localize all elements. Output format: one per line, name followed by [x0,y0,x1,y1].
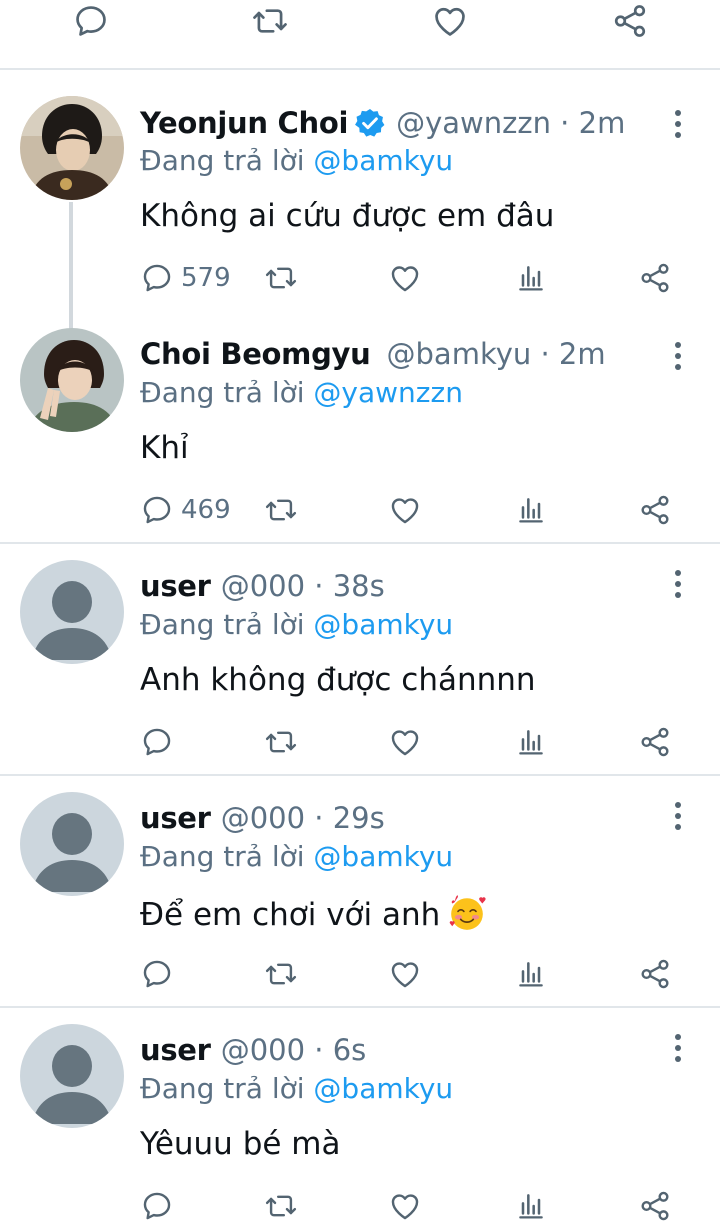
replying-to-label: Đang trả lời [140,840,305,873]
reply-handle-link[interactable]: @bamkyu [313,144,453,177]
display-name[interactable]: user [140,1033,211,1067]
replying-to: Đang trả lời @bamkyu [140,608,453,641]
handle-time: @bamkyu · 2m [386,337,606,371]
handle-time: @000 · 29s [220,801,385,835]
replying-to: Đang trả lời @bamkyu [140,1072,453,1105]
more-options-icon[interactable] [666,338,690,374]
default-avatar-icon[interactable] [20,560,124,664]
tweet-actions: 579 [0,258,720,298]
stats-icon[interactable] [515,261,547,295]
stats-icon[interactable] [515,1189,547,1223]
more-options-icon[interactable] [666,106,690,142]
reply-handle-link[interactable]: @bamkyu [313,840,453,873]
replying-to-label: Đang trả lời [140,608,305,641]
display-name[interactable]: Yeonjun Choi [140,106,348,140]
share-icon[interactable] [638,1189,672,1223]
reply-icon[interactable] [140,1189,174,1223]
replying-to-label: Đang trả lời [140,1072,305,1105]
tweet-header: Choi Beomgyu @bamkyu · 2m [140,334,606,374]
share-icon[interactable] [638,493,672,527]
share-icon[interactable] [638,957,672,991]
replying-to-label: Đang trả lời [140,376,305,409]
avatar[interactable] [20,328,124,432]
tweet-text: Anh không được chánnnn [140,662,536,698]
avatar[interactable] [20,96,124,200]
handle-time: @yawnzzn · 2m [396,106,626,140]
tweet-header: user @000 · 38s [140,566,385,606]
replying-to: Đang trả lời @bamkyu [140,840,453,873]
previous-tweet-actions [0,0,720,70]
share-icon[interactable] [610,2,650,40]
like-icon[interactable] [388,725,422,759]
tweet[interactable]: Choi Beomgyu @bamkyu · 2m Đang trả lời @… [0,312,720,544]
stats-icon[interactable] [515,493,547,527]
default-avatar-icon[interactable] [20,792,124,896]
verified-badge-icon [355,109,385,137]
display-name[interactable]: Choi Beomgyu [140,337,371,371]
retweet-icon[interactable] [263,725,299,759]
handle-time: @000 · 6s [220,1033,367,1067]
stats-icon[interactable] [515,957,547,991]
handle-time: @000 · 38s [220,569,385,603]
tweet-actions: 469 [0,490,720,530]
smiling-face-with-hearts-icon [450,895,486,930]
display-name[interactable]: user [140,801,211,835]
reply-handle-link[interactable]: @yawnzzn [313,376,463,409]
replying-to: Đang trả lời @yawnzzn [140,376,463,409]
tweet-header: user @000 · 6s [140,1030,366,1070]
replying-to: Đang trả lời @bamkyu [140,144,453,177]
tweet-text: Khỉ [140,430,189,466]
like-icon[interactable] [388,957,422,991]
retweet-icon[interactable] [250,2,290,40]
retweet-icon[interactable] [263,261,299,295]
retweet-icon[interactable] [263,493,299,527]
tweet-actions [0,722,720,762]
more-options-icon[interactable] [666,1030,690,1066]
tweet-text: Yêuuu bé mà [140,1126,341,1162]
reply-handle-link[interactable]: @bamkyu [313,608,453,641]
reply-count: 579 [181,263,231,293]
tweet[interactable]: user @000 · 38s Đang trả lời @bamkyu Anh… [0,544,720,776]
retweet-icon[interactable] [263,1189,299,1223]
like-icon[interactable] [430,2,470,40]
default-avatar-icon[interactable] [20,1024,124,1128]
reply-count: 469 [181,495,231,525]
display-name[interactable]: user [140,569,211,603]
like-icon[interactable] [388,261,422,295]
reply-icon[interactable] [72,2,110,40]
share-icon[interactable] [638,261,672,295]
tweet[interactable]: user @000 · 29s Đang trả lời @bamkyu Để … [0,776,720,1008]
tweet-actions [0,1186,720,1226]
tweet-text: Để em chơi với anh [140,894,486,933]
tweet-header: Yeonjun Choi @yawnzzn · 2m [140,103,625,143]
share-icon[interactable] [638,725,672,759]
tweet-actions [0,954,720,994]
like-icon[interactable] [388,493,422,527]
more-options-icon[interactable] [666,566,690,602]
tweet-header: user @000 · 29s [140,798,385,838]
retweet-icon[interactable] [263,957,299,991]
tweet[interactable]: user @000 · 6s Đang trả lời @bamkyu Yêuu… [0,1008,720,1226]
reply-icon[interactable] [140,493,174,527]
like-icon[interactable] [388,1189,422,1223]
reply-icon[interactable] [140,957,174,991]
tweet[interactable]: Yeonjun Choi @yawnzzn · 2m Đang trả lời … [0,70,720,330]
reply-icon[interactable] [140,261,174,295]
replying-to-label: Đang trả lời [140,144,305,177]
reply-icon[interactable] [140,725,174,759]
reply-handle-link[interactable]: @bamkyu [313,1072,453,1105]
stats-icon[interactable] [515,725,547,759]
more-options-icon[interactable] [666,798,690,834]
tweet-text: Không ai cứu được em đâu [140,198,555,234]
tweet-text-content: Để em chơi với anh [140,897,441,933]
